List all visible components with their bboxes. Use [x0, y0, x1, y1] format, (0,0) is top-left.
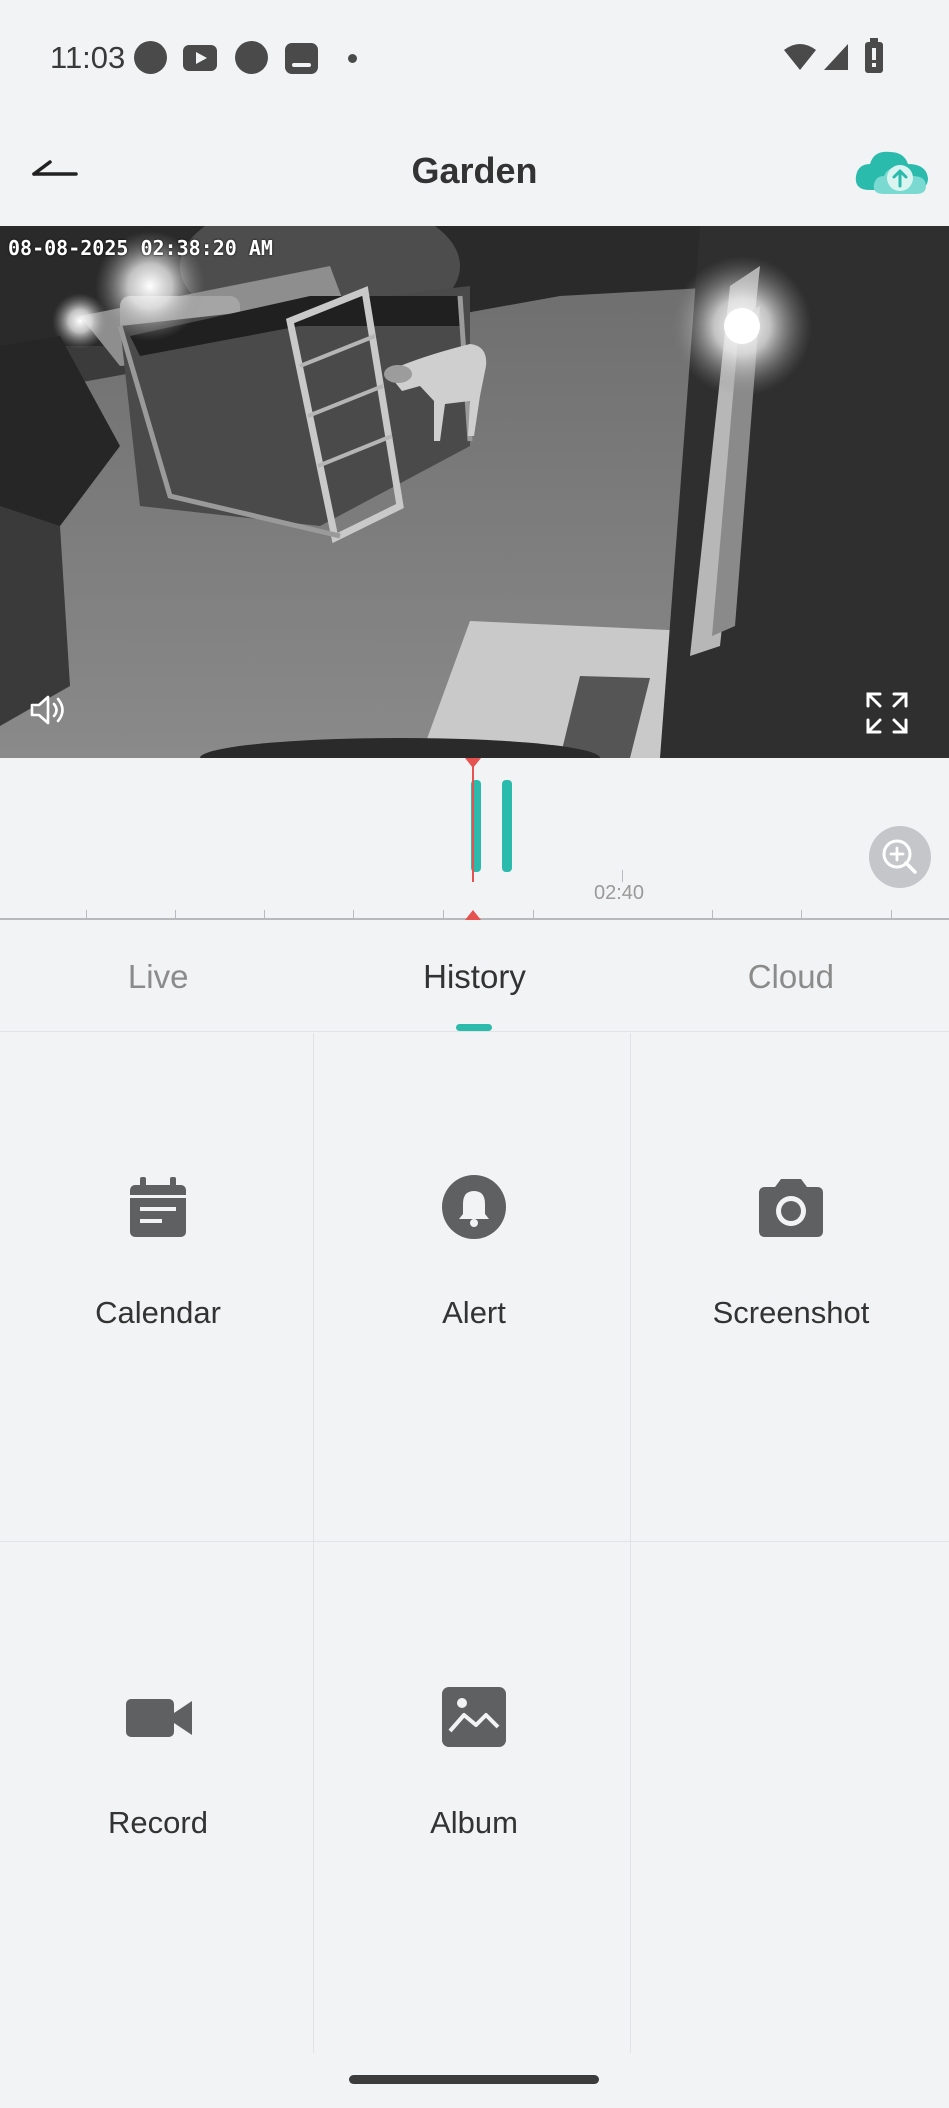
timeline-tick [353, 910, 354, 918]
image-icon [442, 1687, 506, 1747]
fullscreen-icon[interactable] [862, 688, 912, 738]
page-title: Garden [411, 150, 538, 191]
tab-live[interactable]: Live [0, 920, 316, 1031]
history-timeline[interactable]: 02:40 [0, 758, 949, 920]
battery-icon [865, 38, 883, 73]
timeline-cursor-top-marker [465, 758, 481, 768]
timeline-cursor-bottom-marker [465, 910, 481, 920]
tab-history[interactable]: History [316, 920, 632, 1031]
more-dot-icon [348, 54, 357, 63]
status-bar: 11:03 [0, 0, 949, 110]
cloud-upload-icon[interactable] [852, 144, 932, 200]
zoom-in-icon[interactable] [869, 826, 931, 888]
notification-dot-icon [134, 41, 167, 74]
camera-video-feed[interactable]: 08-08-2025 02:38:20 AM [0, 226, 949, 758]
tab-history-label: History [423, 958, 526, 995]
cell-signal-icon [824, 44, 848, 70]
action-grid: Calendar Alert Screenshot Record Album [0, 1033, 949, 2053]
record-label: Record [108, 1805, 208, 1840]
camera-icon [759, 1179, 823, 1237]
youtube-icon [183, 45, 217, 71]
tab-live-label: Live [127, 958, 189, 995]
timeline-time-label: 02:40 [594, 882, 645, 904]
tab-cloud-label: Cloud [747, 958, 834, 995]
timeline-tick [533, 910, 534, 918]
timeline-tick [175, 910, 176, 918]
album-button[interactable]: Album [316, 1543, 632, 2053]
alert-button[interactable]: Alert [316, 1033, 632, 1543]
timeline-cursor [472, 758, 474, 882]
timeline-tick [264, 910, 265, 918]
timeline-tick [801, 910, 802, 918]
timeline-tick [443, 910, 444, 918]
timeline-tick [86, 910, 87, 918]
notification-dot-icon [235, 41, 268, 74]
tab-cloud[interactable]: Cloud [633, 920, 949, 1031]
timeline-tick [712, 910, 713, 918]
video-timestamp: 08-08-2025 02:38:20 AM [8, 236, 273, 260]
recording-segment[interactable] [502, 780, 512, 872]
status-time: 11:03 [50, 40, 126, 75]
active-tab-indicator [456, 1024, 493, 1031]
tablet-icon [285, 43, 318, 74]
timeline-major-tick [622, 870, 623, 882]
album-label: Album [430, 1805, 518, 1840]
alert-label: Alert [442, 1295, 506, 1330]
calendar-icon [130, 1177, 186, 1237]
home-indicator[interactable] [349, 2075, 599, 2084]
screenshot-label: Screenshot [712, 1295, 870, 1330]
timeline-tick [891, 910, 892, 918]
video-camera-icon [126, 1699, 192, 1737]
night-camera-scene [0, 226, 949, 758]
mode-tabs: Live History Cloud [0, 920, 949, 1032]
volume-icon[interactable] [28, 690, 68, 730]
screenshot-button[interactable]: Screenshot [633, 1033, 949, 1543]
bell-icon [442, 1175, 506, 1239]
calendar-label: Calendar [95, 1295, 221, 1330]
app-header: Garden [0, 110, 949, 226]
calendar-button[interactable]: Calendar [0, 1033, 316, 1543]
wifi-icon [784, 44, 816, 70]
record-button[interactable]: Record [0, 1543, 316, 2053]
